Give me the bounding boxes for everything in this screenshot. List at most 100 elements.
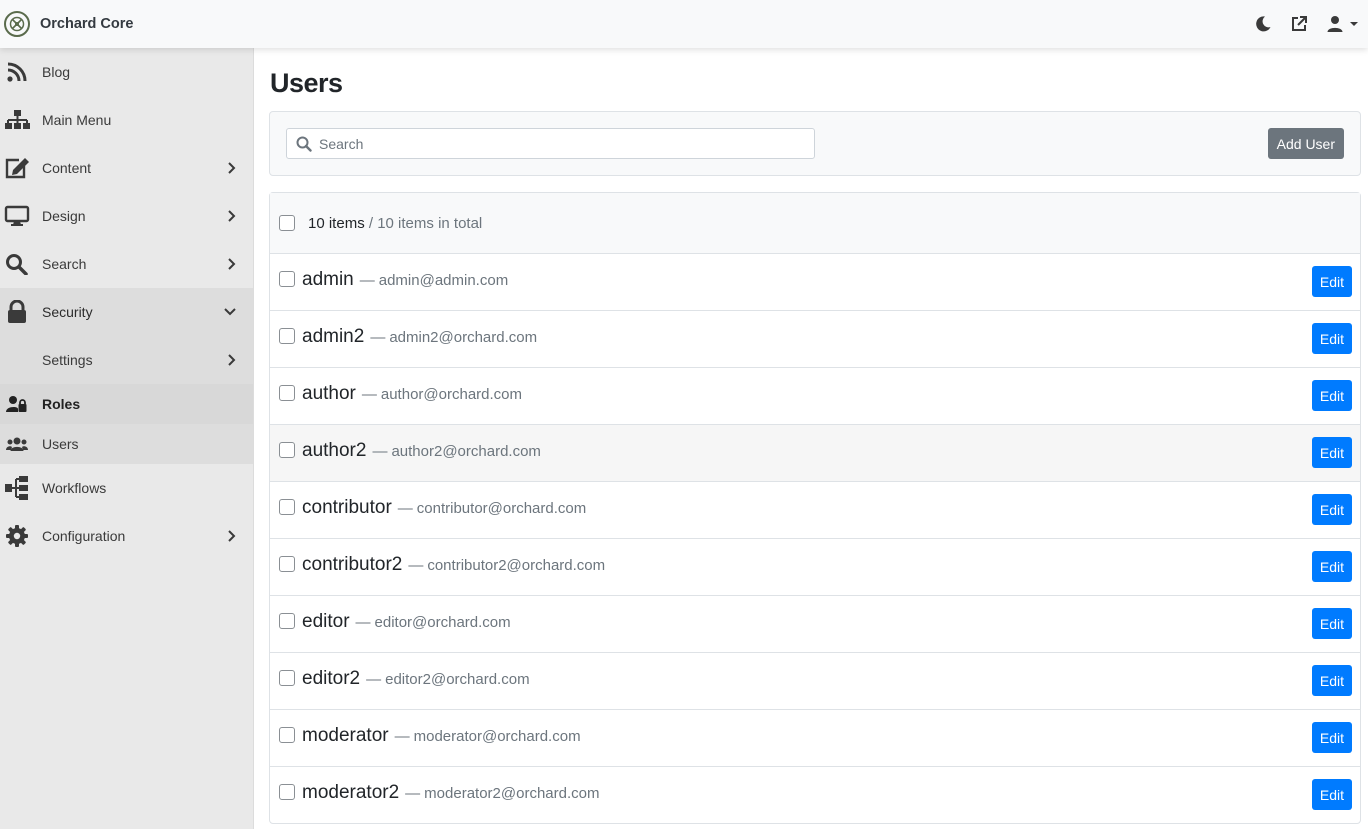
sidebar-item-label: Search xyxy=(42,256,87,272)
sidebar-item-main-menu[interactable]: Main Menu xyxy=(0,96,253,144)
lock-icon xyxy=(0,298,34,326)
dash-separator: — xyxy=(372,443,388,460)
chevron-down-icon xyxy=(223,307,237,317)
edit-button[interactable]: Edit xyxy=(1311,380,1352,411)
users-list: 10 items / 10 items in total admin — admin… xyxy=(269,192,1361,824)
dash-separator: — xyxy=(370,329,386,346)
chevron-right-icon xyxy=(227,161,237,175)
users-icon xyxy=(5,434,29,454)
sidebar-item-label: Main Menu xyxy=(42,112,112,128)
edit-button[interactable]: Edit xyxy=(1311,722,1352,753)
edit-button[interactable]: Edit xyxy=(1311,323,1352,354)
chevron-right-icon xyxy=(227,529,237,543)
user-email: moderator2@orchard.com xyxy=(424,785,600,802)
brand[interactable]: Orchard Core xyxy=(4,11,133,37)
user-checkbox[interactable] xyxy=(279,271,295,287)
edit-button[interactable]: Edit xyxy=(1311,266,1352,297)
user-row: editor2 — editor2@orchard.com Edit xyxy=(270,653,1360,710)
add-user-button[interactable]: Add User xyxy=(1267,128,1344,159)
user-menu[interactable] xyxy=(1326,15,1360,33)
user-checkbox[interactable] xyxy=(279,328,295,344)
sidebar-item-users[interactable]: Users xyxy=(0,424,253,464)
dark-mode-toggle[interactable] xyxy=(1254,15,1272,33)
edit-button[interactable]: Edit xyxy=(1311,494,1352,525)
user-checkbox[interactable] xyxy=(279,385,295,401)
sidebar-item-label: Settings xyxy=(42,352,93,368)
sidebar-item-label: Roles xyxy=(42,396,81,412)
user-email: editor@orchard.com xyxy=(374,614,511,631)
user-row: moderator2 — moderator2@orchard.com Edit xyxy=(270,767,1360,823)
top-navbar: Orchard Core xyxy=(0,0,1368,48)
user-name: author xyxy=(302,383,356,404)
sidebar-item-configuration[interactable]: Configuration xyxy=(0,512,253,560)
items-total: / 10 items in total xyxy=(368,214,483,232)
user-lock-icon xyxy=(5,394,29,414)
edit-button[interactable]: Edit xyxy=(1311,551,1352,582)
user-checkbox[interactable] xyxy=(279,556,295,572)
items-summary: 10 items / 10 items in total xyxy=(308,215,482,232)
sidebar-item-roles[interactable]: Roles xyxy=(0,384,253,424)
sidebar-item-content[interactable]: Content xyxy=(0,144,253,192)
user-row: contributor2 — contributor2@orchard.com Ed… xyxy=(270,539,1360,596)
dash-separator: — xyxy=(397,500,413,517)
user-checkbox[interactable] xyxy=(279,613,295,629)
desktop-icon xyxy=(0,202,34,230)
visit-site-link[interactable] xyxy=(1290,15,1308,33)
dash-separator: — xyxy=(355,614,371,631)
edit-button[interactable]: Edit xyxy=(1311,665,1352,696)
user-name: contributor xyxy=(302,497,392,518)
user-row: editor — editor@orchard.com Edit xyxy=(270,596,1360,653)
user-name: moderator xyxy=(302,725,389,746)
sidebar-item-workflows[interactable]: Workflows xyxy=(0,464,253,512)
items-count: 10 items xyxy=(308,214,365,232)
sidebar-item-label: Configuration xyxy=(42,528,126,544)
user-email: admin@admin.com xyxy=(378,272,509,289)
search-input[interactable] xyxy=(319,135,799,152)
search-icon xyxy=(296,136,312,152)
user-row: author2 — author2@orchard.com Edit xyxy=(270,425,1360,482)
sidebar-item-settings[interactable]: Settings xyxy=(0,336,253,384)
dash-separator: — xyxy=(359,272,375,289)
main-content: Users Add User 10 items / 10 items in to… xyxy=(254,48,1368,829)
sidebar-item-design[interactable]: Design xyxy=(0,192,253,240)
user-checkbox[interactable] xyxy=(279,442,295,458)
sidebar-item-label: Design xyxy=(42,208,86,224)
sidebar-item-security[interactable]: Security xyxy=(0,288,253,336)
chevron-right-icon xyxy=(227,209,237,223)
user-name: admin2 xyxy=(302,326,365,347)
edit-button[interactable]: Edit xyxy=(1311,437,1352,468)
user-checkbox[interactable] xyxy=(279,670,295,686)
user-email: author@orchard.com xyxy=(380,386,522,403)
select-all-checkbox[interactable] xyxy=(279,215,295,231)
dash-separator: — xyxy=(408,557,424,574)
orchard-logo-icon xyxy=(4,11,30,37)
user-checkbox[interactable] xyxy=(279,727,295,743)
list-header: 10 items / 10 items in total xyxy=(270,193,1360,254)
user-email: contributor@orchard.com xyxy=(416,500,587,517)
dash-separator: — xyxy=(366,671,382,688)
sitemap-icon xyxy=(0,106,34,134)
caret-down-icon xyxy=(1350,22,1358,26)
search-field[interactable] xyxy=(286,128,815,159)
user-email: editor2@orchard.com xyxy=(385,671,530,688)
user-name: contributor2 xyxy=(302,554,403,575)
user-name: moderator2 xyxy=(302,782,400,803)
cog-icon xyxy=(0,522,34,550)
edit-button[interactable]: Edit xyxy=(1311,779,1352,810)
sidebar-item-search[interactable]: Search xyxy=(0,240,253,288)
user-checkbox[interactable] xyxy=(279,784,295,800)
user-name: admin xyxy=(302,269,354,290)
edit-button[interactable]: Edit xyxy=(1311,608,1352,639)
sidebar-item-blog[interactable]: Blog xyxy=(0,48,253,96)
brand-title[interactable]: Orchard Core xyxy=(40,16,133,32)
external-link-icon xyxy=(1292,16,1307,31)
user-checkbox[interactable] xyxy=(279,499,295,515)
sidebar-item-label: Blog xyxy=(42,64,71,80)
user-email: author2@orchard.com xyxy=(391,443,541,460)
moon-icon xyxy=(1256,16,1271,32)
edit-icon xyxy=(0,154,34,182)
user-email: contributor2@orchard.com xyxy=(427,557,606,574)
dash-separator: — xyxy=(394,728,410,745)
user-row: admin2 — admin2@orchard.com Edit xyxy=(270,311,1360,368)
rss-icon xyxy=(0,58,34,86)
